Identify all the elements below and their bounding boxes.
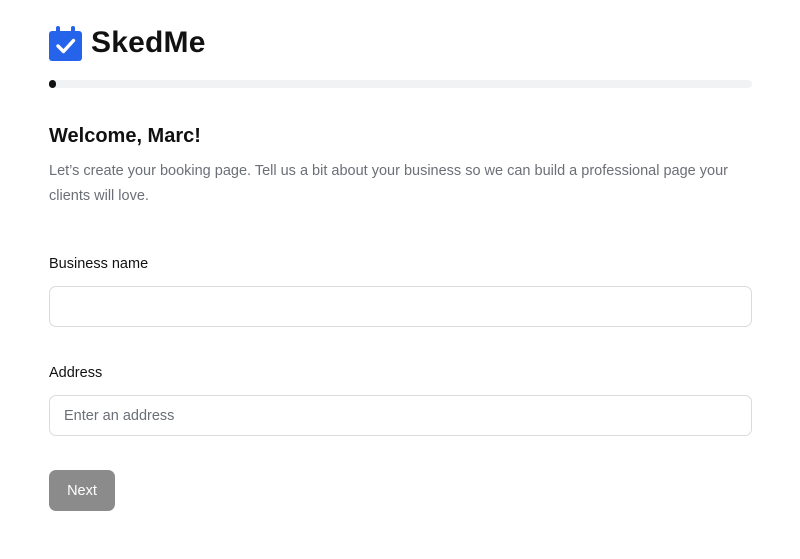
brand-logo: SkedMe (49, 25, 206, 61)
address-label: Address (49, 365, 103, 381)
onboarding-page: SkedMe Welcome, Marc! Let’s create your … (0, 0, 800, 559)
page-title: Welcome, Marc! (49, 125, 201, 147)
business-name-input[interactable] (49, 286, 752, 327)
page-description: Let’s create your booking page. Tell us … (49, 163, 728, 204)
progress-indicator-dot (49, 81, 55, 87)
onboarding-progress-bar (49, 80, 752, 88)
address-input[interactable] (49, 395, 752, 436)
calendar-check-icon (49, 25, 82, 61)
business-name-label: Business name (49, 256, 149, 272)
brand-name: SkedMe (91, 26, 206, 59)
next-button[interactable]: Next (49, 470, 115, 511)
